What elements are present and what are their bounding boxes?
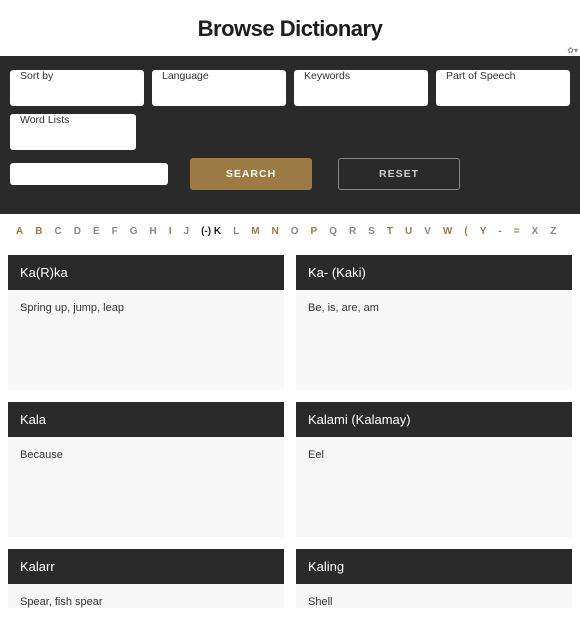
keywords-select[interactable]: Keywords <box>294 70 428 106</box>
entry-word: Kala <box>8 402 284 437</box>
sort-select[interactable]: Sort by <box>10 70 144 106</box>
alpha-letter[interactable]: I <box>169 226 172 237</box>
wordlists-select[interactable]: Word Lists <box>10 114 136 150</box>
alpha-letter[interactable]: P <box>311 226 318 237</box>
entry-word: Kalarr <box>8 549 284 584</box>
search-input[interactable] <box>10 163 168 185</box>
alphabet-nav: A B C D E F G H I J (-) K L M N O PQ R S T U V W ( Y- = XZ <box>0 214 580 247</box>
entry-definition: Eel <box>296 437 572 537</box>
entry-card[interactable]: Kalami (Kalamay)Eel <box>296 402 572 537</box>
alpha-letter[interactable]: T <box>387 226 393 237</box>
alpha-letter[interactable]: O <box>291 226 299 237</box>
alpha-letter[interactable]: ( <box>464 226 467 237</box>
alpha-letter[interactable]: (-) K <box>201 226 221 237</box>
reset-button[interactable]: Reset <box>338 158 460 190</box>
settings-icon[interactable]: ✿▾ <box>567 46 578 55</box>
alpha-letter[interactable]: U <box>405 226 412 237</box>
alpha-letter[interactable]: D <box>74 226 81 237</box>
entry-definition: Spring up, jump, leap <box>8 290 284 390</box>
alpha-letter[interactable]: Y <box>480 226 487 237</box>
entry-word: Ka(R)ka <box>8 255 284 290</box>
alpha-letter[interactable]: B <box>35 226 42 237</box>
page-title: Browse Dictionary <box>0 0 580 56</box>
alpha-letter[interactable]: E <box>93 226 100 237</box>
entry-word: Kalami (Kalamay) <box>296 402 572 437</box>
alpha-letter[interactable]: J <box>184 226 190 237</box>
alpha-letter[interactable]: A <box>16 226 23 237</box>
alpha-letter[interactable]: G <box>130 226 138 237</box>
language-select[interactable]: Language <box>152 70 286 106</box>
alpha-letter[interactable]: V <box>424 226 431 237</box>
entry-card[interactable]: KalingShell <box>296 549 572 608</box>
alpha-letter[interactable]: R <box>349 226 356 237</box>
alpha-letter[interactable]: Z <box>550 226 556 237</box>
entry-definition: Spear, fish spear <box>8 584 284 608</box>
alpha-letter[interactable]: C <box>54 226 61 237</box>
entry-word: Ka- (Kaki) <box>296 255 572 290</box>
filter-bar: Sort by Language Keywords Part of Speech… <box>0 56 580 214</box>
entries-grid: Ka(R)kaSpring up, jump, leapKa- (Kaki)Be… <box>0 247 580 608</box>
alpha-letter[interactable]: X <box>532 226 539 237</box>
alpha-letter[interactable]: S <box>368 226 375 237</box>
entry-card[interactable]: Ka- (Kaki)Be, is, are, am <box>296 255 572 390</box>
alpha-letter[interactable]: - <box>498 226 501 237</box>
entry-card[interactable]: Ka(R)kaSpring up, jump, leap <box>8 255 284 390</box>
alpha-letter[interactable]: W <box>443 226 452 237</box>
alpha-letter[interactable]: F <box>112 226 118 237</box>
alpha-letter[interactable]: = <box>514 226 520 237</box>
search-button[interactable]: Search <box>190 158 312 190</box>
entry-card[interactable]: KalaBecause <box>8 402 284 537</box>
alpha-letter[interactable]: H <box>150 226 157 237</box>
alpha-letter[interactable]: M <box>251 226 259 237</box>
entry-definition: Because <box>8 437 284 537</box>
pos-select[interactable]: Part of Speech <box>436 70 570 106</box>
alpha-letter[interactable]: L <box>233 226 239 237</box>
alpha-letter[interactable]: Q <box>329 226 337 237</box>
alpha-letter[interactable]: N <box>272 226 279 237</box>
entry-card[interactable]: KalarrSpear, fish spear <box>8 549 284 608</box>
entry-definition: Shell <box>296 584 572 608</box>
entry-definition: Be, is, are, am <box>296 290 572 390</box>
entry-word: Kaling <box>296 549 572 584</box>
